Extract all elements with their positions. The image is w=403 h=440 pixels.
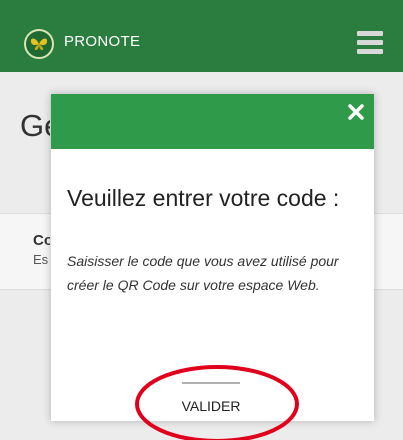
background-card-title: Co <box>33 232 50 249</box>
app-bar: PRONOTE <box>0 0 403 72</box>
page-heading: Gé <box>20 108 50 143</box>
validate-button[interactable]: VALIDER <box>161 398 261 418</box>
code-input-field[interactable] <box>182 382 240 384</box>
background-card-subtitle: Es <box>33 252 49 267</box>
dialog-title: Veuillez entrer votre code : <box>67 185 340 211</box>
hamburger-menu-icon[interactable] <box>357 31 383 55</box>
code-entry-dialog: Veuillez entrer votre code : Saisisser l… <box>51 94 374 421</box>
butterfly-logo-icon <box>24 29 54 59</box>
dialog-description: Saisisser le code que vous avez utilisé … <box>67 253 339 293</box>
close-icon[interactable] <box>346 102 366 122</box>
dialog-header <box>51 94 374 149</box>
app-title: PRONOTE <box>64 33 141 50</box>
